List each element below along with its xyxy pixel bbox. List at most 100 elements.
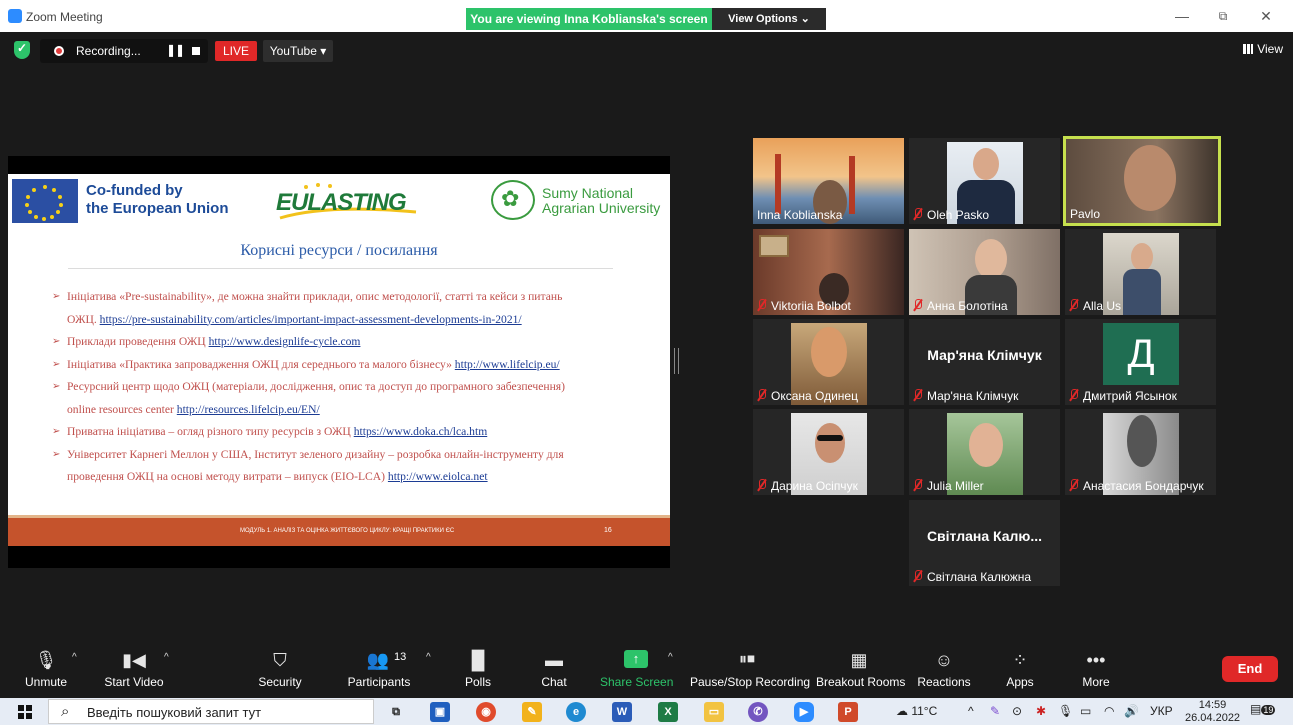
resource-link[interactable]: http://resources.lifelcip.eu/EN/ <box>177 403 320 416</box>
video-off-tile[interactable]: Д Дмитрий Ясынок <box>1065 319 1216 405</box>
clock-time: 14:59 <box>1198 699 1227 711</box>
chrome-icon[interactable]: ◉ <box>476 702 496 722</box>
stop-recording-icon[interactable] <box>192 47 200 55</box>
share-screen-label: Share Screen <box>600 675 674 689</box>
microphone-tray-icon[interactable]: 🎙 <box>1058 704 1073 718</box>
split-view-drag-handle[interactable] <box>674 348 679 374</box>
muted-mic-icon <box>913 299 923 311</box>
resource-link[interactable]: http://www.eiolca.net <box>388 470 488 483</box>
resource-item: Ініціатива «Pre-sustainability», де можн… <box>52 286 652 331</box>
video-tile[interactable]: Viktoriia Bolbot <box>753 229 904 315</box>
resource-item: Університет Карнегі Меллон у США, Інстит… <box>52 444 652 489</box>
meeting-top-bar: Recording... ❚❚ LIVE YouTube ▾ View <box>0 32 1293 68</box>
chevron-up-icon[interactable]: ^ <box>72 652 77 663</box>
shared-screen: Co-funded by the European Union EULASTIN… <box>8 156 670 568</box>
apps-button[interactable]: ⁘ Apps <box>1000 640 1040 694</box>
video-tile[interactable]: Inna Koblianska <box>753 138 904 224</box>
participants-button[interactable]: 👥 13 ^ Participants <box>344 640 431 694</box>
video-tile[interactable]: Alla Us <box>1065 229 1216 315</box>
security-button[interactable]: ⛉ Security <box>252 640 308 694</box>
reactions-button[interactable]: ☺ Reactions <box>916 640 972 694</box>
taskbar-clock[interactable]: 14:59 26.04.2022 <box>1185 699 1240 725</box>
resource-item: Приватна ініціатива – огляд різного типу… <box>52 421 652 444</box>
window-title: Zoom Meeting <box>26 10 103 24</box>
zoom-taskbar-icon[interactable]: ▶ <box>794 702 814 722</box>
view-layout-button[interactable]: View <box>1243 42 1283 56</box>
video-tile[interactable]: Дарина Осіпчук <box>753 409 904 495</box>
wall-picture <box>759 235 789 257</box>
resource-link[interactable]: https://www.doka.ch/lca.htm <box>354 425 488 438</box>
unmute-button[interactable]: 🎙 ^ Unmute <box>16 640 77 694</box>
chevron-up-icon[interactable]: ^ <box>668 652 673 663</box>
word-icon[interactable]: W <box>612 702 632 722</box>
video-tile[interactable]: Анна Болотіна <box>909 229 1060 315</box>
battery-icon[interactable]: ▭ <box>1080 704 1091 718</box>
excel-icon[interactable]: X <box>658 702 678 722</box>
pen-tool-icon[interactable]: ✎ <box>522 702 542 722</box>
video-off-tile[interactable]: Мар'яна Клімчук Мар'яна Клімчук <box>909 319 1060 405</box>
participant-silhouette <box>1124 145 1176 211</box>
muted-mic-icon <box>757 479 767 491</box>
viber-icon[interactable]: ✆ <box>748 702 768 722</box>
end-meeting-button[interactable]: End <box>1222 656 1278 682</box>
polls-button[interactable]: ▐▌ Polls <box>458 640 498 694</box>
file-explorer-icon[interactable]: ▭ <box>704 702 724 722</box>
cloud-icon: ☁ <box>896 704 908 718</box>
search-placeholder: Введіть пошуковий запит тут <box>87 705 262 720</box>
smiley-icon: ☺ <box>934 650 954 670</box>
language-indicator[interactable]: УКР <box>1150 704 1173 718</box>
zoom-app-icon <box>8 9 22 23</box>
start-video-button[interactable]: ▮◀ ^ Start Video <box>100 640 168 694</box>
chevron-up-icon[interactable]: ^ <box>164 652 169 663</box>
video-tile[interactable]: Julia Miller <box>909 409 1060 495</box>
save-disk-icon[interactable]: ▣ <box>430 702 450 722</box>
encryption-shield-icon[interactable] <box>14 41 30 59</box>
breakout-rooms-button[interactable]: ▦ Breakout Rooms <box>816 640 906 694</box>
pause-recording-icon[interactable]: ❚❚ <box>166 43 185 57</box>
more-button[interactable]: ••• More <box>1076 640 1116 694</box>
video-off-tile[interactable]: Світлана Калю... Світлана Калюжна <box>909 500 1060 586</box>
breakout-rooms-label: Breakout Rooms <box>816 675 906 689</box>
start-video-label: Start Video <box>104 675 164 689</box>
active-speaker-tile[interactable]: Pavlo <box>1063 136 1221 226</box>
resource-link[interactable]: http://www.lifelcip.eu/ <box>455 358 560 371</box>
participant-name: Дмитрий Ясынок <box>1083 389 1177 403</box>
windows-start-icon[interactable] <box>18 705 32 719</box>
recording-indicator: Recording... ❚❚ <box>40 39 208 63</box>
windows-taskbar: ⌕ Введіть пошуковий запит тут ⧉ ▣ ◉ ✎ e … <box>0 698 1293 725</box>
edge-icon[interactable]: e <box>566 702 586 722</box>
view-options-button[interactable]: View Options ⌄ <box>712 8 826 30</box>
chevron-up-icon[interactable]: ^ <box>426 652 431 663</box>
participant-silhouette <box>1131 243 1153 271</box>
chat-button[interactable]: ▬ Chat <box>534 640 574 694</box>
task-view-icon[interactable]: ⧉ <box>386 702 406 722</box>
pause-stop-recording-button[interactable]: ⏸⏹ Pause/Stop Recording <box>690 640 810 694</box>
video-tile[interactable]: Анастасия Бондарчук <box>1065 409 1216 495</box>
resource-item: Приклади проведення ОЖЦ http://www.desig… <box>52 331 652 354</box>
video-tile[interactable]: Oleh Pasko <box>909 138 1060 224</box>
youtube-stream-dropdown[interactable]: YouTube ▾ <box>263 40 333 62</box>
zoom-window: Zoom Meeting You are viewing Inna Koblia… <box>0 0 1293 725</box>
antivirus-tray-icon[interactable]: ✱ <box>1036 704 1046 718</box>
share-arrow-icon: ↑ <box>624 650 648 668</box>
restore-icon[interactable]: ⧉ <box>1213 9 1233 24</box>
slide-page-number: 16 <box>604 527 612 534</box>
chat-label: Chat <box>541 675 567 689</box>
chevron-up-tray-icon[interactable]: ^ <box>968 704 974 718</box>
taskbar-search-input[interactable]: ⌕ Введіть пошуковий запит тут <box>48 699 374 724</box>
resource-link[interactable]: https://pre-sustainability.com/articles/… <box>100 313 522 326</box>
pen-tray-icon[interactable]: ✎ <box>990 704 1000 718</box>
unmute-label: Unmute <box>24 675 68 689</box>
wifi-icon[interactable]: ◠ <box>1104 704 1114 718</box>
slide-footer-text: МОДУЛЬ 1. АНАЛІЗ ТА ОЦІНКА ЖИТТЄВОГО ЦИК… <box>240 528 455 534</box>
share-screen-button[interactable]: ↑ ^ Share Screen <box>600 640 674 694</box>
notifications-icon[interactable]: ▤ 19 <box>1250 702 1276 716</box>
volume-icon[interactable]: 🔊 <box>1124 704 1139 718</box>
resource-link[interactable]: http://www.designlife-cycle.com <box>209 335 361 348</box>
weather-widget[interactable]: ☁ 11°C <box>896 704 937 718</box>
video-tile[interactable]: Оксана Одинец <box>753 319 904 405</box>
tray-app-icon[interactable]: ⊙ <box>1012 704 1022 718</box>
powerpoint-icon[interactable]: P <box>838 702 858 722</box>
minimize-icon[interactable]: — <box>1172 8 1192 24</box>
close-icon[interactable]: ✕ <box>1256 8 1276 25</box>
